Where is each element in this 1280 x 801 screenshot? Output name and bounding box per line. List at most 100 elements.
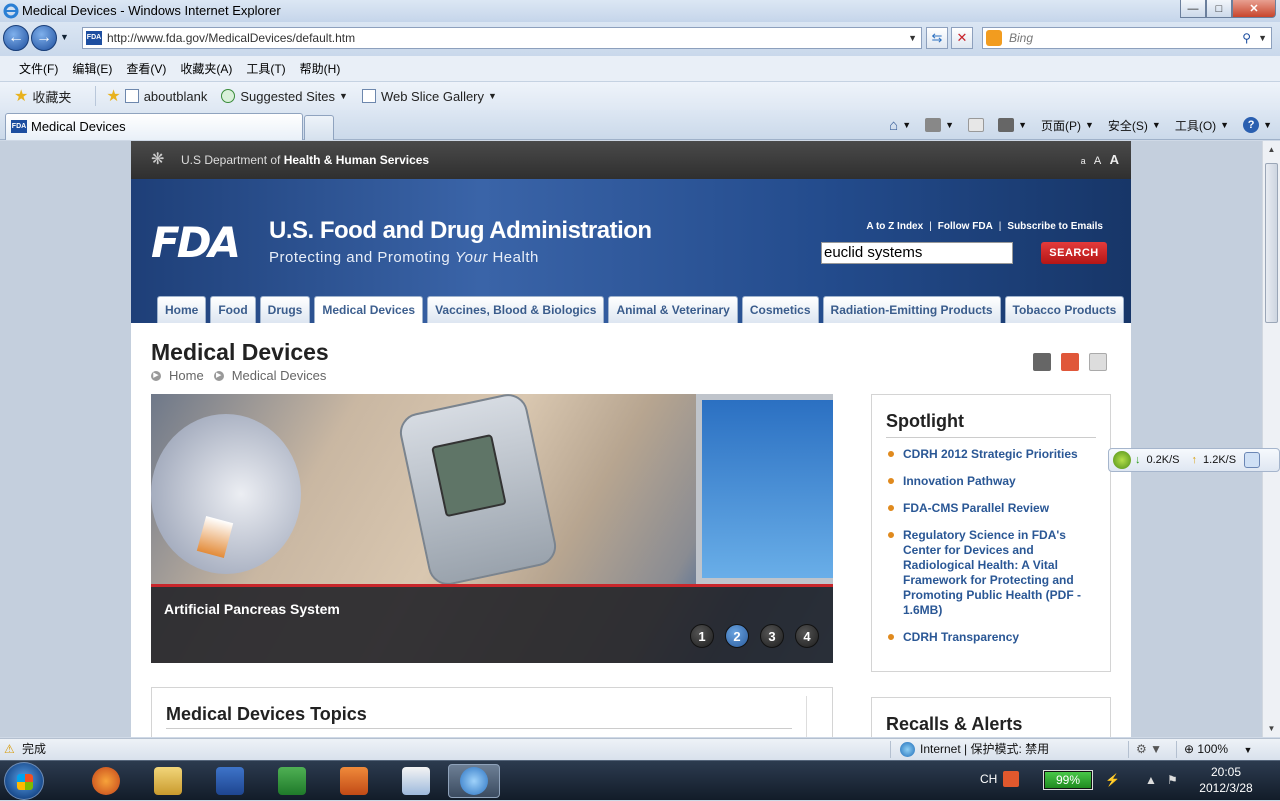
scroll-up-arrow-icon[interactable]: ▲ [1263,141,1280,158]
maximize-button[interactable]: □ [1206,0,1232,18]
menu-favorites[interactable]: 收藏夹(A) [180,60,232,77]
nav-vaccines[interactable]: Vaccines, Blood & Biologics [427,296,605,323]
hhs-name[interactable]: Health & Human Services [284,153,429,167]
tools-menu[interactable]: 工具(O) ▼ [1175,117,1229,134]
recalls-panel: Recalls & Alerts [871,697,1111,737]
menu-file[interactable]: 文件(F) [19,60,58,77]
taskbar-word[interactable] [204,764,256,798]
spotlight-link[interactable]: CDRH Transparency [886,630,1100,645]
input-language[interactable]: CH [980,772,997,786]
favorites-button[interactable]: ★ 收藏夹 [14,86,71,106]
slide-4-button[interactable]: 4 [795,624,819,648]
search-icon[interactable]: ⚲ [1242,28,1251,48]
address-input[interactable]: FDA http://www.fda.gov/MedicalDevices/de… [82,27,922,49]
fda-logo[interactable]: FDA [151,221,253,265]
battery-indicator[interactable]: 99% [1043,770,1093,790]
hero-carousel[interactable]: Artificial Pancreas System 1 2 3 4 [151,394,833,663]
text-size-small[interactable]: a [1081,156,1086,166]
back-button[interactable]: ← [3,25,29,51]
home-button[interactable]: ⌂ ▼ [889,117,911,134]
spotlight-link[interactable]: Innovation Pathway [886,474,1100,489]
power-plug-icon[interactable]: ⚡ [1105,773,1120,787]
feeds-button[interactable]: ▼ [925,118,954,132]
nav-cosmetics[interactable]: Cosmetics [741,296,819,323]
print-icon[interactable] [1033,353,1051,371]
scrollbar-thumb[interactable] [1265,163,1278,323]
spotlight-link[interactable]: FDA-CMS Parallel Review [886,501,1100,516]
spotlight-link[interactable]: CDRH 2012 Strategic Priorities [886,447,1100,462]
site-search-input[interactable]: euclid systems [821,242,1013,264]
download-speed: 0.2K/S [1146,454,1180,466]
forward-arrow-icon: → [36,29,52,46]
share-plus-icon[interactable] [1061,353,1079,371]
taskbar-explorer[interactable] [142,764,194,798]
menu-view[interactable]: 查看(V) [126,60,166,77]
zoom-control[interactable]: ⊕ 100% ▼ [1184,739,1252,761]
stop-button[interactable]: ✕ [951,27,973,49]
new-tab-button[interactable] [304,115,334,140]
fav-item-aboutblank[interactable]: aboutblank [124,89,207,104]
fav-item-suggested-sites[interactable]: Suggested Sites ▼ [221,89,348,104]
system-clock[interactable]: 20:05 2012/3/28 [1191,764,1261,796]
follow-fda-link[interactable]: Follow FDA [938,221,993,232]
print-button[interactable]: ▼ [998,118,1027,132]
search-input[interactable]: Bing ⚲ ▼ [982,27,1272,49]
vertical-scrollbar[interactable]: ▲ ▼ [1262,141,1280,737]
printer-icon [998,118,1015,132]
taskbar-journal[interactable] [390,764,442,798]
security-zone[interactable]: Internet | 保护模式: 禁用 [900,739,1049,760]
minimize-button[interactable]: — [1180,0,1206,18]
taskbar-internet-explorer[interactable] [448,764,500,798]
text-size-large[interactable]: A [1110,152,1119,167]
action-center-flag-icon[interactable]: ⚑ [1167,773,1181,787]
start-button[interactable] [4,762,44,800]
tab-medical-devices[interactable]: FDA Medical Devices [5,113,303,140]
hero-caption[interactable]: Artificial Pancreas System [164,601,340,617]
favorites-star-icon: ★ [14,88,29,105]
net-speed-widget[interactable]: ↓ 0.2K/S ↑ 1.2K/S [1108,448,1280,472]
close-button[interactable]: ✕ [1232,0,1276,18]
site-search-button[interactable]: SEARCH [1041,242,1107,264]
email-icon[interactable] [1089,353,1107,371]
ime-icon[interactable] [1003,771,1019,787]
a-to-z-link[interactable]: A to Z Index [866,221,923,232]
status-divider [1128,741,1129,758]
folder-icon [154,767,182,795]
slide-1-button[interactable]: 1 [690,624,714,648]
taskbar-powerpoint[interactable] [328,764,380,798]
show-hidden-icons-icon[interactable]: ▲ [1145,773,1159,787]
scroll-down-arrow-icon[interactable]: ▼ [1263,720,1280,737]
nav-home[interactable]: Home [157,296,207,323]
refresh-button[interactable]: ⇆ [926,27,948,49]
popup-blocker-icon[interactable]: ⚙ ▼ [1136,739,1162,760]
breadcrumb-home[interactable]: Home [169,368,204,383]
spotlight-link[interactable]: Regulatory Science in FDA's Center for D… [886,528,1100,618]
safety-menu[interactable]: 安全(S) ▼ [1108,117,1161,134]
nav-medical-devices[interactable]: Medical Devices [314,296,424,323]
taskbar-firefox[interactable] [80,764,132,798]
slide-3-button[interactable]: 3 [760,624,784,648]
menu-edit[interactable]: 编辑(E) [72,60,112,77]
nav-tobacco[interactable]: Tobacco Products [1004,296,1125,323]
nav-drugs[interactable]: Drugs [259,296,311,323]
menu-help[interactable]: 帮助(H) [300,60,341,77]
history-dropdown-icon[interactable]: ▼ [60,32,69,42]
fav-item-web-slice-gallery[interactable]: Web Slice Gallery ▼ [361,89,497,104]
subscribe-link[interactable]: Subscribe to Emails [1007,221,1103,232]
address-dropdown-icon[interactable]: ▼ [908,28,917,48]
zoom-level: 100% [1197,742,1229,756]
nav-food[interactable]: Food [210,296,256,323]
text-size-medium[interactable]: A [1094,155,1101,167]
slide-2-button[interactable]: 2 [725,624,749,648]
add-favorite-icon[interactable]: ★ [106,86,120,106]
help-button[interactable]: ? ▼ [1243,117,1272,133]
menu-tools[interactable]: 工具(T) [246,60,285,77]
refresh-icon: ⇆ [931,30,943,45]
page-menu[interactable]: 页面(P) ▼ [1041,117,1094,134]
forward-button[interactable]: → [31,25,57,51]
taskbar-excel[interactable] [266,764,318,798]
nav-radiation-emitting[interactable]: Radiation-Emitting Products [822,296,1001,323]
read-mail-button[interactable] [968,118,985,132]
nav-animal-veterinary[interactable]: Animal & Veterinary [608,296,738,323]
search-dropdown-icon[interactable]: ▼ [1258,28,1267,48]
